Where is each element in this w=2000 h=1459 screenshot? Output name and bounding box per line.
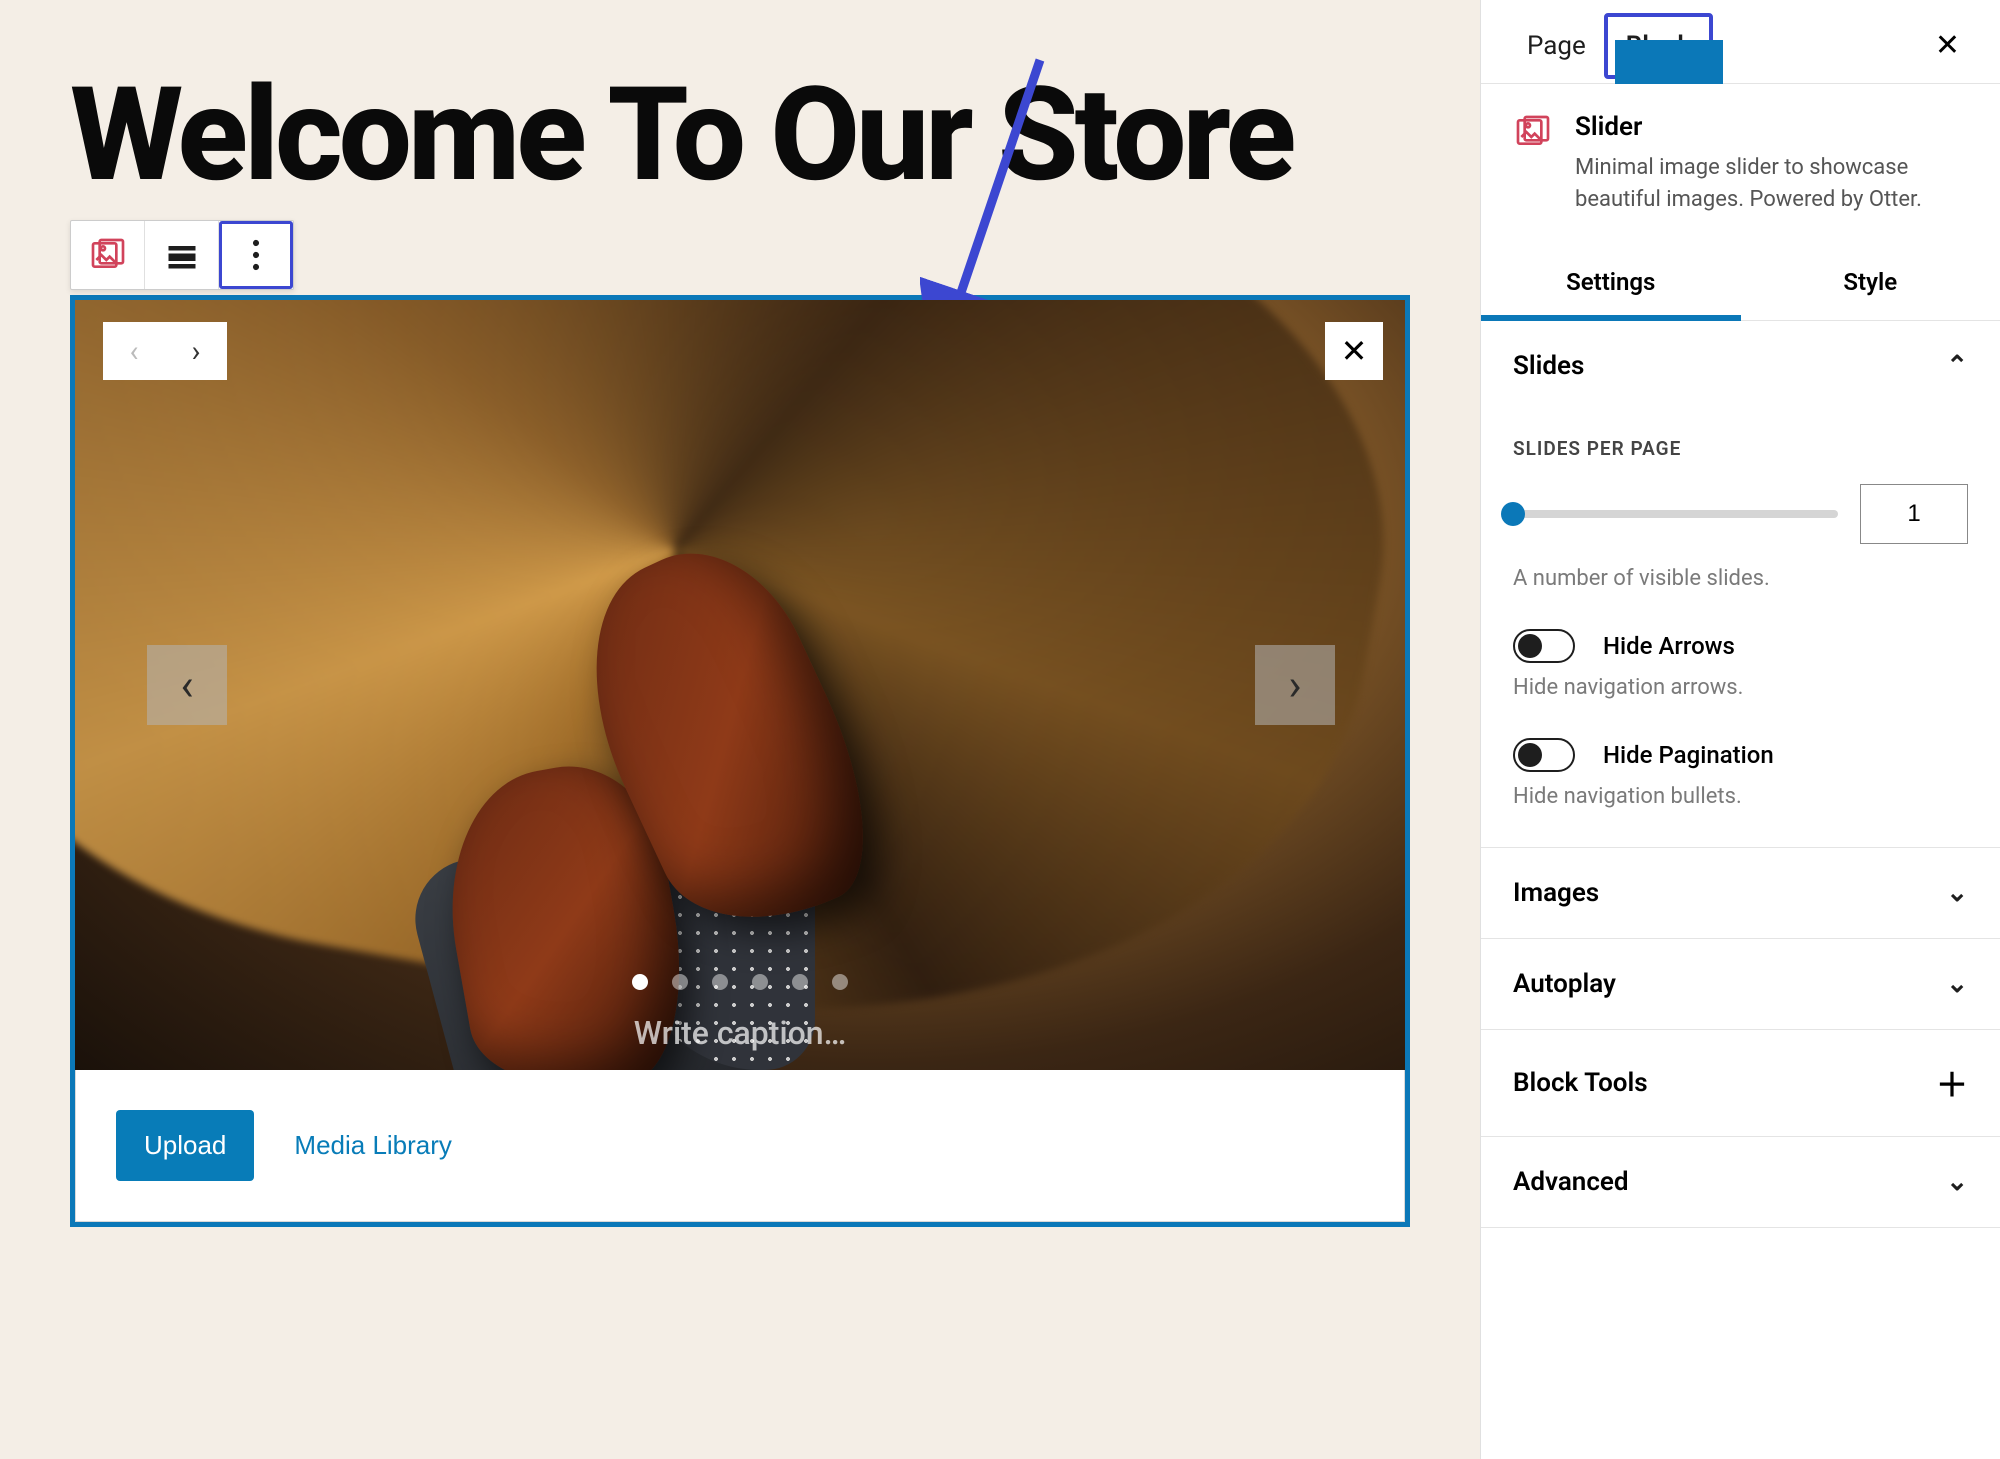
pagination-dot[interactable]: [632, 974, 648, 990]
more-options-button[interactable]: [219, 221, 293, 289]
help-text: Hide navigation arrows.: [1513, 675, 1968, 700]
plus-icon: ＋: [1936, 1060, 1968, 1106]
pagination-dot[interactable]: [712, 974, 728, 990]
sub-tab-style[interactable]: Style: [1741, 244, 2000, 320]
hide-arrows-toggle[interactable]: [1513, 629, 1575, 663]
slide-reorder-nav: ‹ ›: [103, 322, 227, 380]
panel-advanced-toggle[interactable]: Advanced ⌄: [1481, 1137, 2000, 1227]
pagination-dot[interactable]: [832, 974, 848, 990]
remove-slide-button[interactable]: ✕: [1325, 322, 1383, 380]
upload-button[interactable]: Upload: [116, 1110, 254, 1181]
panel-slides-toggle[interactable]: Slides ⌃: [1481, 321, 2000, 411]
caption-input[interactable]: Write caption…: [75, 1014, 1405, 1052]
chevron-right-icon: ›: [1288, 659, 1301, 711]
panel-autoplay-toggle[interactable]: Autoplay ⌄: [1481, 939, 2000, 1029]
reorder-next-button[interactable]: ›: [165, 322, 227, 380]
panel-title: Block Tools: [1513, 1068, 1648, 1098]
hide-pagination-toggle[interactable]: [1513, 738, 1575, 772]
reorder-prev-button[interactable]: ‹: [103, 322, 165, 380]
media-library-button[interactable]: Media Library: [294, 1130, 452, 1161]
chevron-up-icon: ⌃: [1946, 351, 1968, 381]
block-type-icon-button[interactable]: [71, 221, 145, 289]
pagination-dot[interactable]: [752, 974, 768, 990]
toggle-label: Hide Arrows: [1603, 632, 1735, 660]
panel-title: Slides: [1513, 351, 1584, 381]
help-text: Hide navigation bullets.: [1513, 784, 1968, 809]
panel-title: Advanced: [1513, 1167, 1629, 1197]
block-description: Minimal image slider to showcase beautif…: [1575, 152, 1968, 216]
panel-title: Autoplay: [1513, 969, 1616, 999]
help-text: A number of visible slides.: [1513, 566, 1968, 591]
inspector-sidebar: Page Block ✕ Slider Minimal image slider…: [1480, 0, 2000, 1459]
panel-block-tools-toggle[interactable]: Block Tools ＋: [1481, 1030, 2000, 1136]
panel-title: Images: [1513, 878, 1599, 908]
slides-per-page-input[interactable]: [1860, 484, 1968, 544]
slider-stage: ‹ › ✕ ‹ › Write caption…: [75, 300, 1405, 1070]
pagination-dots: [75, 974, 1405, 990]
panel-images-toggle[interactable]: Images ⌄: [1481, 848, 2000, 938]
tab-page[interactable]: Page: [1509, 9, 1604, 83]
media-upload-bar: Upload Media Library: [75, 1070, 1405, 1222]
close-icon: ✕: [1341, 332, 1368, 370]
toggle-label: Hide Pagination: [1603, 741, 1774, 769]
align-button[interactable]: [145, 221, 219, 289]
close-sidebar-button[interactable]: ✕: [1915, 8, 1980, 83]
slider-prev-button[interactable]: ‹: [147, 645, 227, 725]
slider-block-icon: [1513, 112, 1553, 152]
chevron-down-icon: ⌄: [1946, 969, 1968, 999]
close-icon: ✕: [1935, 28, 1960, 63]
chevron-down-icon: ⌄: [1946, 878, 1968, 908]
block-name: Slider: [1575, 112, 1968, 142]
slides-per-page-range[interactable]: [1513, 510, 1838, 518]
chevron-down-icon: ⌄: [1946, 1167, 1968, 1197]
sub-tab-settings[interactable]: Settings: [1481, 244, 1741, 320]
chevron-left-icon: ‹: [180, 659, 193, 711]
pagination-dot[interactable]: [792, 974, 808, 990]
block-toolbar: [70, 220, 294, 290]
pagination-dot[interactable]: [672, 974, 688, 990]
page-heading: Welcome To Our Store: [70, 70, 1410, 200]
field-label-slides-per-page: SLIDES PER PAGE: [1513, 437, 1968, 460]
slider-block[interactable]: ‹ › ✕ ‹ › Write caption… Upload Me: [70, 295, 1410, 1227]
slider-next-button[interactable]: ›: [1255, 645, 1335, 725]
